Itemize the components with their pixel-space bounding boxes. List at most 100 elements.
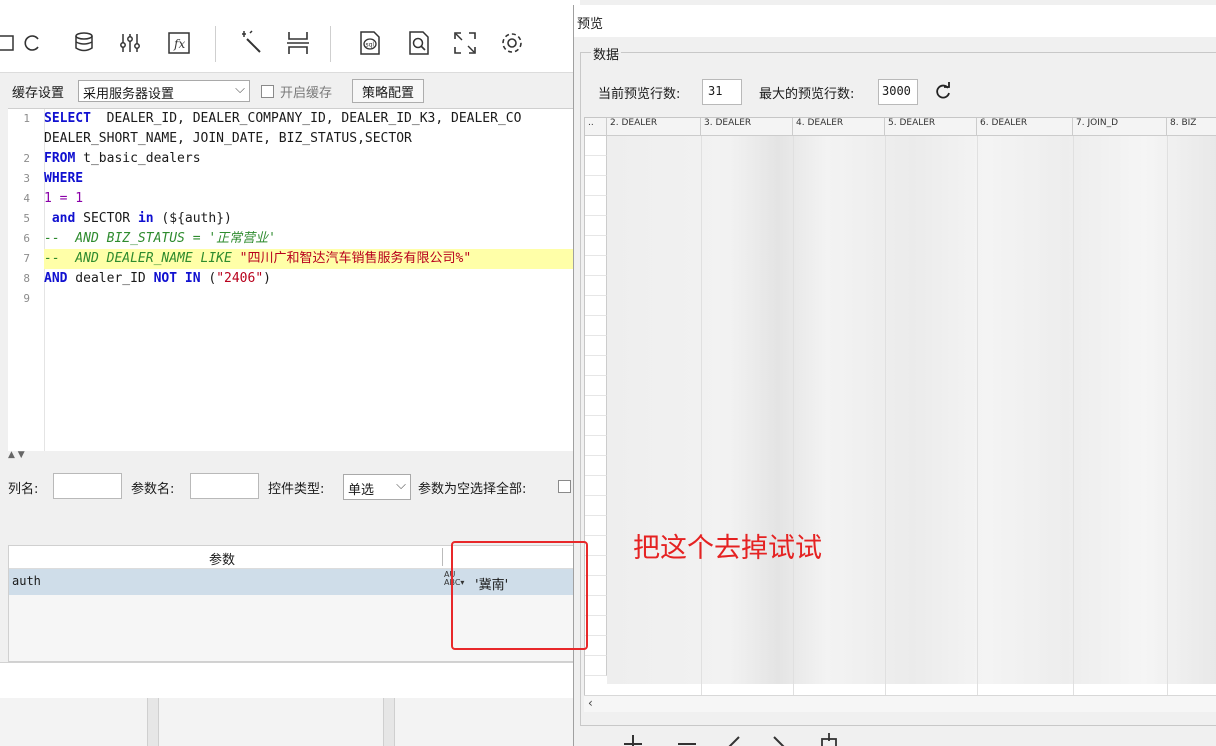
remove-row-icon[interactable] xyxy=(676,733,698,746)
sql-keyword: NOT IN xyxy=(153,271,201,286)
line-number: 3 xyxy=(23,172,30,185)
splitter-arrows-icon[interactable]: ▲ ▼ xyxy=(8,450,48,462)
sql-code-editor[interactable]: 1 2 3 4 5 6 7 8 9 SELECT DEALER_ID, DEAL… xyxy=(8,108,578,451)
enable-cache-checkbox[interactable] xyxy=(261,85,274,98)
row-header[interactable] xyxy=(585,436,607,456)
row-header[interactable] xyxy=(585,636,607,656)
row-header[interactable] xyxy=(585,356,607,376)
grid-column-header[interactable]: 8. BIZ xyxy=(1167,118,1216,136)
row-header[interactable] xyxy=(585,456,607,476)
refresh-icon[interactable] xyxy=(933,81,953,105)
line-number: 6 xyxy=(23,232,30,245)
param-name-label: 参数名: xyxy=(131,482,175,497)
row-header[interactable] xyxy=(585,236,607,256)
panel-divider xyxy=(147,698,159,746)
row-header[interactable] xyxy=(585,616,607,636)
max-rows-input[interactable]: 3000 xyxy=(878,79,918,105)
grid-column-header[interactable]: 6. DEALER xyxy=(977,118,1073,136)
sql-file-icon[interactable]: sql xyxy=(355,28,385,58)
row-header[interactable] xyxy=(585,376,607,396)
export-icon[interactable] xyxy=(818,731,840,746)
fullscreen-icon[interactable] xyxy=(450,28,480,58)
row-header[interactable] xyxy=(585,596,607,616)
row-header[interactable] xyxy=(585,416,607,436)
scroll-left-icon[interactable]: ‹ xyxy=(588,696,593,710)
status-strip xyxy=(0,662,580,700)
blurred-grid-data xyxy=(607,136,1216,684)
annotation-text: 把这个去掉试试 xyxy=(633,533,822,564)
grid-column-header[interactable]: 7. JOIN_D xyxy=(1073,118,1167,136)
refresh-icon[interactable] xyxy=(18,28,48,58)
current-rows-label: 当前预览行数: xyxy=(598,87,681,102)
code-line: SELECT DEALER_ID, DEALER_COMPANY_ID, DEA… xyxy=(44,109,521,129)
param-name-input[interactable] xyxy=(190,473,259,499)
row-header[interactable] xyxy=(585,296,607,316)
enable-cache-label: 开启缓存 xyxy=(280,86,333,101)
svg-text:fx: fx xyxy=(173,37,185,51)
param-column-header: 参数 xyxy=(209,553,236,568)
line-number: 4 xyxy=(23,192,30,205)
control-type-select[interactable]: 单选 ⌵ xyxy=(343,474,411,500)
preview-data-grid[interactable]: .. 2. DEALER 3. DEALER 4. DEALER 5. DEAL… xyxy=(584,117,1216,697)
settings-icon[interactable] xyxy=(497,28,527,58)
page-break-icon[interactable] xyxy=(283,28,313,58)
empty-select-all-checkbox[interactable] xyxy=(558,480,571,493)
row-header[interactable] xyxy=(585,136,607,156)
svg-text:sql: sql xyxy=(366,42,375,49)
move-up-icon[interactable] xyxy=(722,733,744,746)
filter-params-icon[interactable] xyxy=(115,28,145,58)
data-group-label: 数据 xyxy=(591,44,622,63)
row-header[interactable] xyxy=(585,576,607,596)
grid-column-header[interactable]: 3. DEALER xyxy=(701,118,793,136)
chevron-down-icon: ⌵ xyxy=(396,478,406,493)
grid-action-bar xyxy=(622,727,862,746)
preview-search-icon[interactable] xyxy=(404,28,434,58)
column-name-input[interactable] xyxy=(53,473,122,499)
row-header[interactable] xyxy=(585,256,607,276)
preview-window: 预览 数据 当前预览行数: 31 最大的预览行数: 3000 .. 2. DEA… xyxy=(573,5,1216,746)
row-header[interactable] xyxy=(585,336,607,356)
row-header[interactable] xyxy=(585,176,607,196)
sql-text: DEALER_ID, DEALER_COMPANY_ID, DEALER_ID_… xyxy=(90,111,522,126)
code-line: -- AND BIZ_STATUS = '正常营业' xyxy=(44,229,276,249)
sql-text: t_basic_dealers xyxy=(75,151,201,166)
row-header[interactable] xyxy=(585,216,607,236)
cache-mode-select[interactable]: 采用服务器设置 ⌵ xyxy=(78,80,250,102)
magic-wand-icon[interactable] xyxy=(236,28,266,58)
row-header[interactable] xyxy=(585,496,607,516)
row-header[interactable] xyxy=(585,316,607,336)
code-line: AND dealer_ID NOT IN ("2406") xyxy=(44,269,271,289)
row-header[interactable] xyxy=(585,556,607,576)
current-rows-input[interactable]: 31 xyxy=(702,79,742,105)
grid-corner-header: .. xyxy=(585,118,607,136)
formula-icon[interactable]: fx xyxy=(164,28,194,58)
sql-text: ) xyxy=(263,271,271,286)
row-header[interactable] xyxy=(585,476,607,496)
row-header[interactable] xyxy=(585,536,607,556)
row-header[interactable] xyxy=(585,156,607,176)
code-line: DEALER_SHORT_NAME, JOIN_DATE, BIZ_STATUS… xyxy=(44,129,412,149)
toolbar-divider xyxy=(215,26,216,62)
toolbar-divider xyxy=(330,26,331,62)
line-number: 1 xyxy=(23,112,30,125)
strategy-config-button[interactable]: 策略配置 xyxy=(352,79,425,103)
grid-column-header[interactable]: 4. DEALER xyxy=(793,118,885,136)
preview-title: 预览 xyxy=(577,17,604,32)
column-name-label: 列名: xyxy=(8,482,39,497)
empty-select-all-label: 参数为空选择全部: xyxy=(418,482,527,497)
lower-background xyxy=(0,698,580,746)
row-header[interactable] xyxy=(585,196,607,216)
sql-keyword: in xyxy=(137,211,154,226)
grid-column-header[interactable]: 5. DEALER xyxy=(885,118,977,136)
add-row-icon[interactable] xyxy=(622,733,644,746)
horizontal-scrollbar[interactable]: ‹ xyxy=(584,695,1216,712)
move-down-icon[interactable] xyxy=(770,733,792,746)
row-header[interactable] xyxy=(585,516,607,536)
row-header[interactable] xyxy=(585,656,607,676)
row-header[interactable] xyxy=(585,396,607,416)
line-number: 7 xyxy=(23,252,30,265)
grid-column-header[interactable]: 2. DEALER xyxy=(607,118,701,136)
database-sql-icon[interactable] xyxy=(70,28,100,58)
grid-column-divider xyxy=(885,136,886,696)
row-header[interactable] xyxy=(585,276,607,296)
